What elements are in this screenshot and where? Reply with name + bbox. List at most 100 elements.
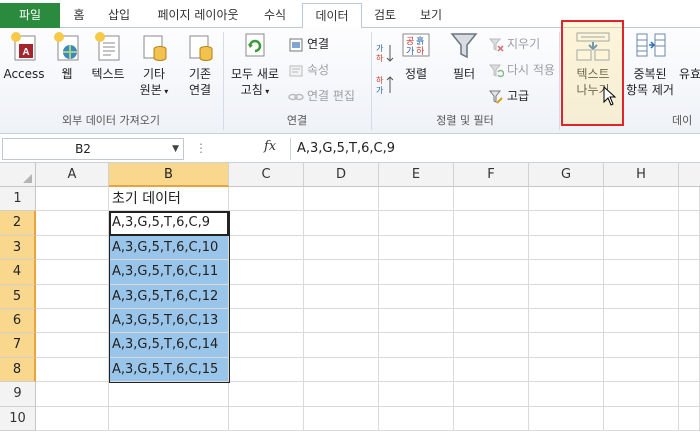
cell[interactable] [304,235,379,261]
cell[interactable] [454,382,529,407]
cell[interactable] [229,309,304,334]
cell-b3[interactable]: A,3,G,5,T,6,C,10 [109,235,229,261]
remove-duplicates-button[interactable]: 중복된 항목 제거 [620,30,680,98]
cell[interactable] [304,187,379,212]
cell[interactable] [679,187,700,212]
cell-b7[interactable]: A,3,G,5,T,6,C,14 [109,333,229,358]
cell-b4[interactable]: A,3,G,5,T,6,C,11 [109,260,229,285]
clear-filter-button[interactable]: 지우기 [488,34,540,54]
cell-b10[interactable] [109,406,229,431]
cell[interactable] [529,187,604,212]
tab-file[interactable]: 파일 [0,3,60,28]
cell[interactable] [679,260,700,285]
cell[interactable] [36,187,109,212]
cell[interactable] [604,357,679,383]
cell[interactable] [229,406,304,431]
cell[interactable] [604,235,679,261]
cell[interactable] [604,187,679,212]
cell[interactable] [529,309,604,334]
cell[interactable] [36,357,109,383]
cell[interactable] [304,333,379,358]
cell[interactable] [379,309,454,334]
cell[interactable] [679,309,700,334]
column-header-c[interactable]: C [229,163,304,187]
cell[interactable] [529,406,604,431]
cell[interactable] [304,260,379,285]
data-validation-button[interactable]: 유효 [678,66,700,82]
cell[interactable] [604,382,679,407]
cell[interactable] [679,235,700,261]
advanced-filter-button[interactable]: 고급 [488,86,529,106]
cell[interactable] [304,211,379,236]
row-header-8[interactable]: 8 [0,357,36,383]
cell[interactable] [379,333,454,358]
refresh-all-button[interactable]: 모두 새로 고침 ▾ [226,30,284,100]
cell[interactable] [229,284,304,309]
cell[interactable] [229,260,304,285]
cell[interactable] [36,235,109,261]
cell[interactable] [304,309,379,334]
select-all-button[interactable] [0,163,36,187]
cell[interactable] [679,333,700,358]
cell[interactable] [379,382,454,407]
column-header-b[interactable]: B [109,163,229,187]
cell[interactable] [529,235,604,261]
from-text-button[interactable]: 텍스트 [86,30,130,82]
row-header-3[interactable]: 3 [0,235,36,261]
sort-az-button[interactable]: 가하 [374,42,398,64]
cell[interactable] [36,309,109,334]
cell[interactable] [229,357,304,383]
cell[interactable] [604,284,679,309]
cell[interactable] [304,284,379,309]
sort-button[interactable]: 공흙가하 정렬 [398,30,434,82]
cell-b5[interactable]: A,3,G,5,T,6,C,12 [109,284,229,309]
connections-button[interactable]: 연결 [288,34,329,54]
access-button[interactable]: A Access [2,30,46,82]
cell[interactable] [36,333,109,358]
cell[interactable] [304,382,379,407]
column-header-e[interactable]: E [379,163,454,187]
web-button[interactable]: 웹 [50,30,84,82]
cell[interactable] [454,211,529,236]
cell[interactable] [529,211,604,236]
row-header-6[interactable]: 6 [0,309,36,334]
cell[interactable] [529,260,604,285]
cell[interactable] [529,284,604,309]
column-header-g[interactable]: G [529,163,604,187]
cell[interactable] [679,284,700,309]
column-header-f[interactable]: F [454,163,529,187]
chevron-down-icon[interactable]: ▼ [172,139,179,159]
cell[interactable] [604,333,679,358]
cell[interactable] [604,260,679,285]
row-header-2[interactable]: 2 [0,211,36,236]
cell-b6[interactable]: A,3,G,5,T,6,C,13 [109,309,229,334]
cell[interactable] [36,382,109,407]
cell[interactable] [679,211,700,236]
cell[interactable] [229,235,304,261]
row-header-1[interactable]: 1 [0,187,36,212]
cell[interactable] [529,382,604,407]
tab-view[interactable]: 보기 [412,3,450,28]
column-header-d[interactable]: D [304,163,379,187]
cell-b1[interactable]: 초기 데이터 [109,187,229,212]
cell[interactable] [454,357,529,383]
cell-b2[interactable]: A,3,G,5,T,6,C,9 [109,211,229,236]
cell[interactable] [36,284,109,309]
row-header-10[interactable]: 10 [0,406,36,431]
row-header-9[interactable]: 9 [0,382,36,407]
tab-page-layout[interactable]: 페이지 레이아웃 [146,3,250,28]
filter-button[interactable]: 필터 [444,30,484,82]
cell[interactable] [229,211,304,236]
cell[interactable] [36,260,109,285]
cell[interactable] [229,333,304,358]
existing-connections-button[interactable]: 기존 연결 [182,30,218,98]
cell-b9[interactable] [109,382,229,407]
cell[interactable] [454,187,529,212]
cell[interactable] [379,406,454,431]
name-box[interactable]: B2 ▼ [2,138,184,160]
cell[interactable] [36,406,109,431]
cell[interactable] [454,260,529,285]
cell[interactable] [604,406,679,431]
formula-input[interactable]: A,3,G,5,T,6,C,9 [290,138,698,160]
cell[interactable] [379,187,454,212]
